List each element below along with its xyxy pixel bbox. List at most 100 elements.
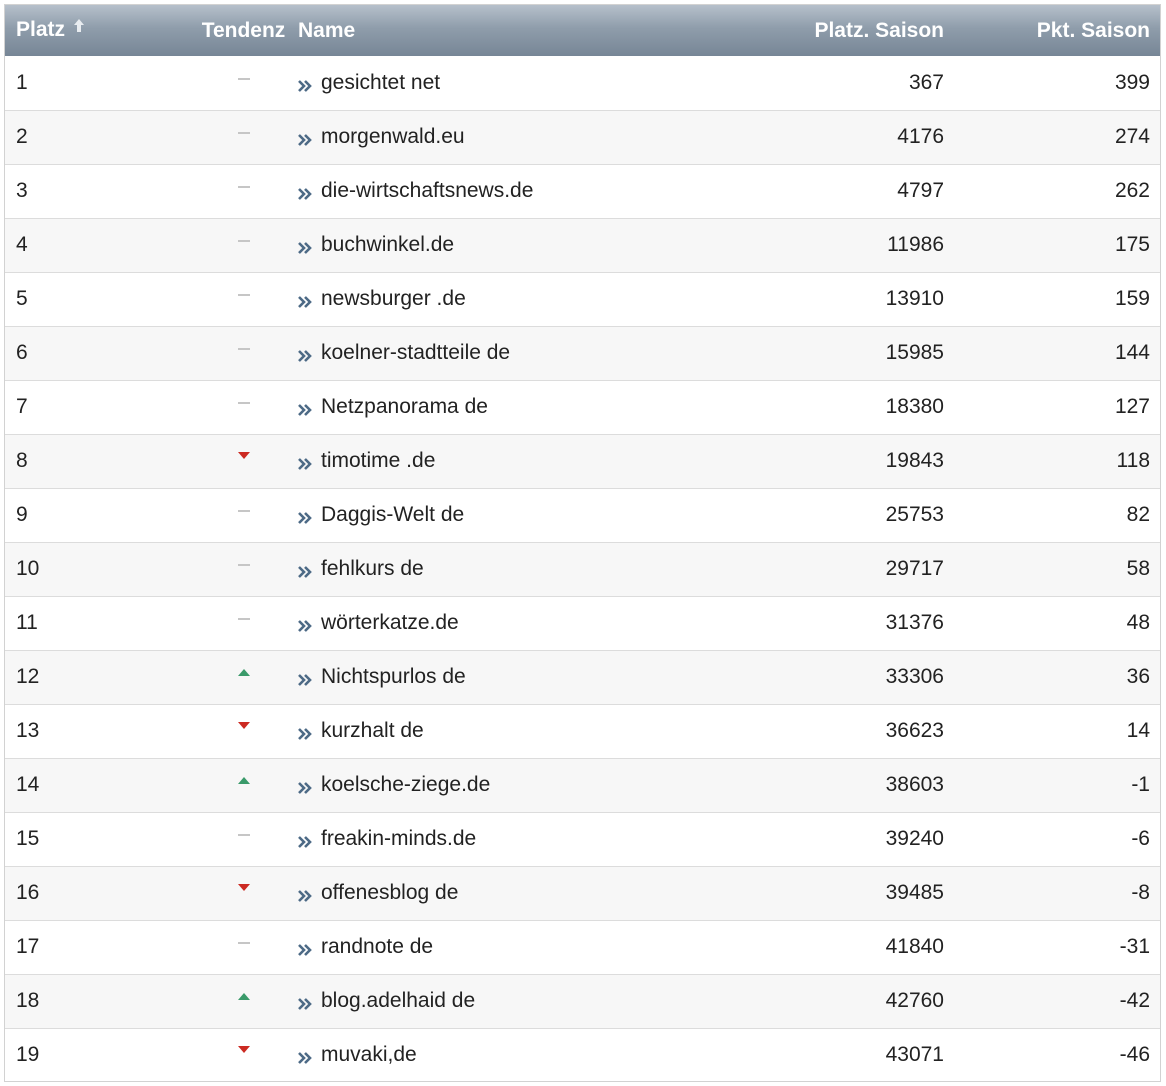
- site-link[interactable]: blog.adelhaid de: [298, 989, 475, 1012]
- header-platz[interactable]: Platz: [5, 5, 189, 56]
- cell-platz: 8: [16, 449, 28, 472]
- double-chevron-right-icon: [298, 128, 312, 146]
- site-link[interactable]: muvaki,de: [298, 1043, 417, 1066]
- trend-up-icon: [237, 989, 251, 1012]
- site-name: fehlkurs de: [321, 557, 424, 580]
- double-chevron-right-icon: [298, 992, 312, 1010]
- cell-name: Nichtspurlos de: [298, 650, 634, 704]
- cell-platz: 9: [16, 503, 28, 526]
- site-link[interactable]: timotime .de: [298, 449, 435, 472]
- table-row: 6 koelner-stadtteile de 15985 144: [5, 326, 1160, 380]
- site-link[interactable]: wörterkatze.de: [298, 611, 459, 634]
- header-name[interactable]: Name: [298, 5, 634, 56]
- cell-platz-saison: 4797: [897, 179, 944, 202]
- site-name: gesichtet net: [321, 70, 441, 94]
- cell-platz-saison: 39240: [885, 827, 944, 850]
- trend-up-icon: [237, 773, 251, 796]
- cell-platz-saison: 41840: [885, 935, 944, 958]
- double-chevron-right-icon: [298, 614, 312, 632]
- site-link[interactable]: Nichtspurlos de: [298, 665, 466, 688]
- table-row: 18 blog.adelhaid de 42760 -42: [5, 974, 1160, 1028]
- header-tendenz[interactable]: Tendenz: [189, 5, 298, 56]
- table-row: 9 Daggis-Welt de 25753 82: [5, 488, 1160, 542]
- cell-platz: 11: [16, 611, 38, 634]
- trend-unchanged-icon: [237, 287, 251, 310]
- double-chevron-right-icon: [298, 398, 312, 416]
- header-platz-saison[interactable]: Platz. Saison: [634, 5, 944, 56]
- cell-platz: 18: [16, 989, 40, 1012]
- table-row: 3 die-wirtschaftsnews.de 4797 262: [5, 164, 1160, 218]
- cell-platz-saison: 367: [908, 70, 944, 94]
- cell-platz: 16: [16, 881, 40, 904]
- cell-name: blog.adelhaid de: [298, 974, 634, 1028]
- cell-platz: 2: [16, 125, 28, 148]
- cell-name: kurzhalt de: [298, 704, 634, 758]
- cell-pkt-saison: 82: [1126, 503, 1150, 526]
- site-link[interactable]: morgenwald.eu: [298, 125, 465, 148]
- cell-pkt-saison: -1: [1131, 773, 1150, 796]
- cell-tendenz: [189, 110, 298, 164]
- cell-tendenz: [189, 812, 298, 866]
- cell-name: offenesblog de: [298, 866, 634, 920]
- cell-platz: 10: [16, 557, 40, 580]
- cell-platz-saison: 43071: [885, 1043, 944, 1067]
- cell-platz: 15: [16, 827, 40, 850]
- cell-platz-saison: 13910: [885, 287, 944, 310]
- site-link[interactable]: kurzhalt de: [298, 719, 424, 742]
- trend-unchanged-icon: [237, 341, 251, 364]
- cell-platz-saison: 39485: [885, 881, 944, 904]
- cell-platz: 17: [16, 935, 40, 958]
- double-chevron-right-icon: [298, 560, 312, 578]
- site-link[interactable]: fehlkurs de: [298, 557, 424, 580]
- double-chevron-right-icon: [298, 74, 312, 92]
- double-chevron-right-icon: [298, 182, 312, 200]
- site-link[interactable]: newsburger .de: [298, 287, 466, 310]
- double-chevron-right-icon: [298, 1046, 312, 1065]
- trend-down-icon: [237, 1043, 251, 1066]
- double-chevron-right-icon: [298, 938, 312, 956]
- cell-tendenz: [189, 272, 298, 326]
- cell-platz: 13: [16, 719, 40, 742]
- site-link[interactable]: freakin-minds.de: [298, 827, 476, 850]
- double-chevron-right-icon: [298, 452, 312, 470]
- trend-unchanged-icon: [237, 557, 251, 580]
- cell-name: koelsche-ziege.de: [298, 758, 634, 812]
- double-chevron-right-icon: [298, 884, 312, 902]
- header-pkt-saison[interactable]: Pkt. Saison: [944, 5, 1160, 56]
- site-name: Nichtspurlos de: [321, 665, 466, 688]
- site-link[interactable]: koelner-stadtteile de: [298, 341, 510, 364]
- cell-name: gesichtet net: [298, 56, 634, 110]
- cell-name: morgenwald.eu: [298, 110, 634, 164]
- site-name: morgenwald.eu: [321, 125, 465, 148]
- cell-platz: 6: [16, 341, 28, 364]
- site-name: timotime .de: [321, 449, 436, 472]
- site-link[interactable]: Daggis-Welt de: [298, 503, 464, 526]
- cell-tendenz: [189, 596, 298, 650]
- cell-pkt-saison: 127: [1114, 395, 1150, 418]
- table-row: 4 buchwinkel.de 11986 175: [5, 218, 1160, 272]
- sort-ascending-icon[interactable]: [73, 16, 85, 40]
- site-name: Netzpanorama de: [321, 395, 488, 418]
- table-row: 2 morgenwald.eu 4176 274: [5, 110, 1160, 164]
- site-link[interactable]: die-wirtschaftsnews.de: [298, 179, 533, 202]
- site-link[interactable]: koelsche-ziege.de: [298, 773, 490, 796]
- site-link[interactable]: offenesblog de: [298, 881, 458, 904]
- cell-platz-saison: 38603: [885, 773, 944, 796]
- site-link[interactable]: Netzpanorama de: [298, 395, 488, 418]
- table-body: 1 gesichtet net 367 399 2 morgenwald.eu 4176 27…: [5, 56, 1160, 1081]
- cell-platz: 1: [16, 70, 28, 94]
- cell-tendenz: [189, 164, 298, 218]
- cell-name: die-wirtschaftsnews.de: [298, 164, 634, 218]
- cell-platz-saison: 18380: [885, 395, 944, 418]
- site-link[interactable]: randnote de: [298, 935, 433, 958]
- cell-tendenz: [189, 488, 298, 542]
- cell-pkt-saison: 175: [1114, 233, 1150, 256]
- cell-tendenz: [189, 56, 298, 110]
- trend-down-icon: [237, 449, 251, 472]
- cell-platz: 5: [16, 287, 28, 310]
- header-tendenz-label: Tendenz: [201, 18, 286, 42]
- site-link[interactable]: buchwinkel.de: [298, 233, 454, 256]
- cell-pkt-saison: 58: [1126, 557, 1150, 580]
- site-name: kurzhalt de: [321, 719, 424, 742]
- site-link[interactable]: gesichtet net: [298, 71, 440, 94]
